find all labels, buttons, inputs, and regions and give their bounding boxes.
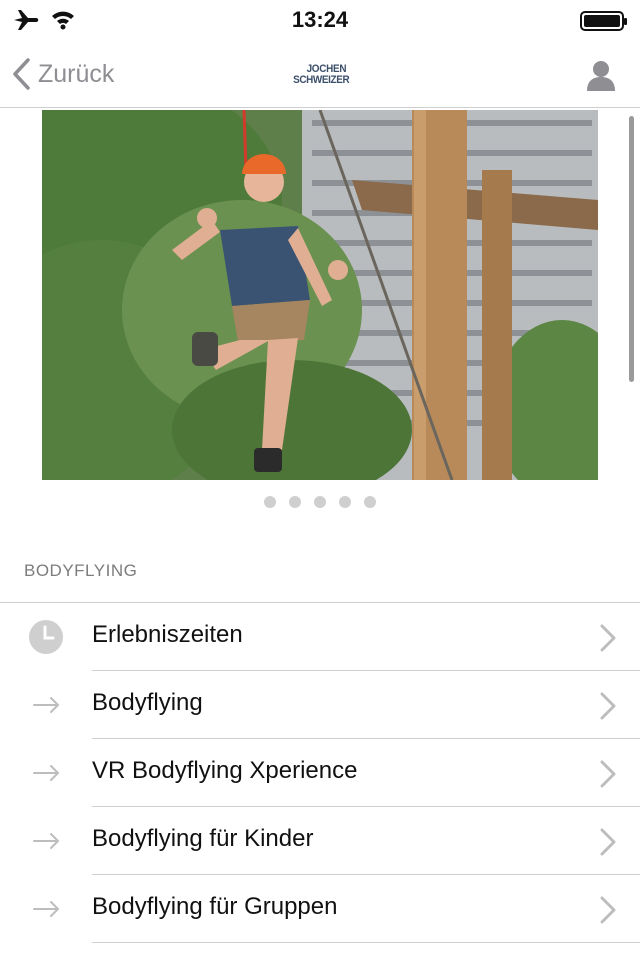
person-icon[interactable] xyxy=(584,58,618,92)
arrow-right-icon xyxy=(33,697,59,713)
list-item-label: Erlebniszeiten xyxy=(92,621,243,648)
back-label: Zurück xyxy=(38,59,115,88)
list-item-bodyflying-kinder[interactable]: Bodyflying für Kinder xyxy=(0,807,640,875)
list-item-label: Bodyflying xyxy=(92,689,203,716)
list-item-bodyflying[interactable]: Bodyflying xyxy=(0,671,640,739)
page-dot[interactable] xyxy=(339,496,351,508)
page-dot[interactable] xyxy=(364,496,376,508)
carousel-page-indicator[interactable] xyxy=(0,496,640,508)
section-title: BODYFLYING xyxy=(24,561,138,580)
clock-icon xyxy=(29,620,63,654)
navigation-bar: Zurück JOCHEN SCHWEIZER xyxy=(0,40,640,108)
list-item-label: Bodyflying für Kinder xyxy=(92,825,314,852)
arrow-right-icon xyxy=(33,901,59,917)
page-dot[interactable] xyxy=(264,496,276,508)
status-time: 13:24 xyxy=(291,7,349,32)
arrow-right-icon xyxy=(33,833,59,849)
logo-line-2: SCHWEIZER xyxy=(293,74,350,86)
chevron-right-icon xyxy=(600,760,616,788)
menu-list: Erlebniszeiten Bodyflying VR Bodyflying … xyxy=(0,602,640,943)
list-item-erlebniszeiten[interactable]: Erlebniszeiten xyxy=(0,603,640,671)
chevron-right-icon xyxy=(600,896,616,924)
chevron-right-icon xyxy=(600,828,616,856)
carousel-image[interactable] xyxy=(42,110,598,480)
arrow-right-icon xyxy=(33,765,59,781)
chevron-right-icon xyxy=(600,624,616,652)
list-item-bodyflying-gruppen[interactable]: Bodyflying für Gruppen xyxy=(0,875,640,943)
list-item-vr-bodyflying[interactable]: VR Bodyflying Xperience xyxy=(0,739,640,807)
status-bar: 13:24 xyxy=(0,0,640,40)
back-button[interactable]: Zurück xyxy=(10,54,114,94)
hero-photo xyxy=(42,110,598,480)
page-dot[interactable] xyxy=(289,496,301,508)
list-item-label: VR Bodyflying Xperience xyxy=(92,757,358,784)
battery-icon xyxy=(580,11,627,31)
list-item-label: Bodyflying für Gruppen xyxy=(92,893,338,920)
brand-logo: JOCHEN SCHWEIZER xyxy=(290,64,352,88)
chevron-left-icon xyxy=(13,58,30,90)
scroll-indicator[interactable] xyxy=(629,116,634,382)
chevron-right-icon xyxy=(600,692,616,720)
page-dot[interactable] xyxy=(314,496,326,508)
